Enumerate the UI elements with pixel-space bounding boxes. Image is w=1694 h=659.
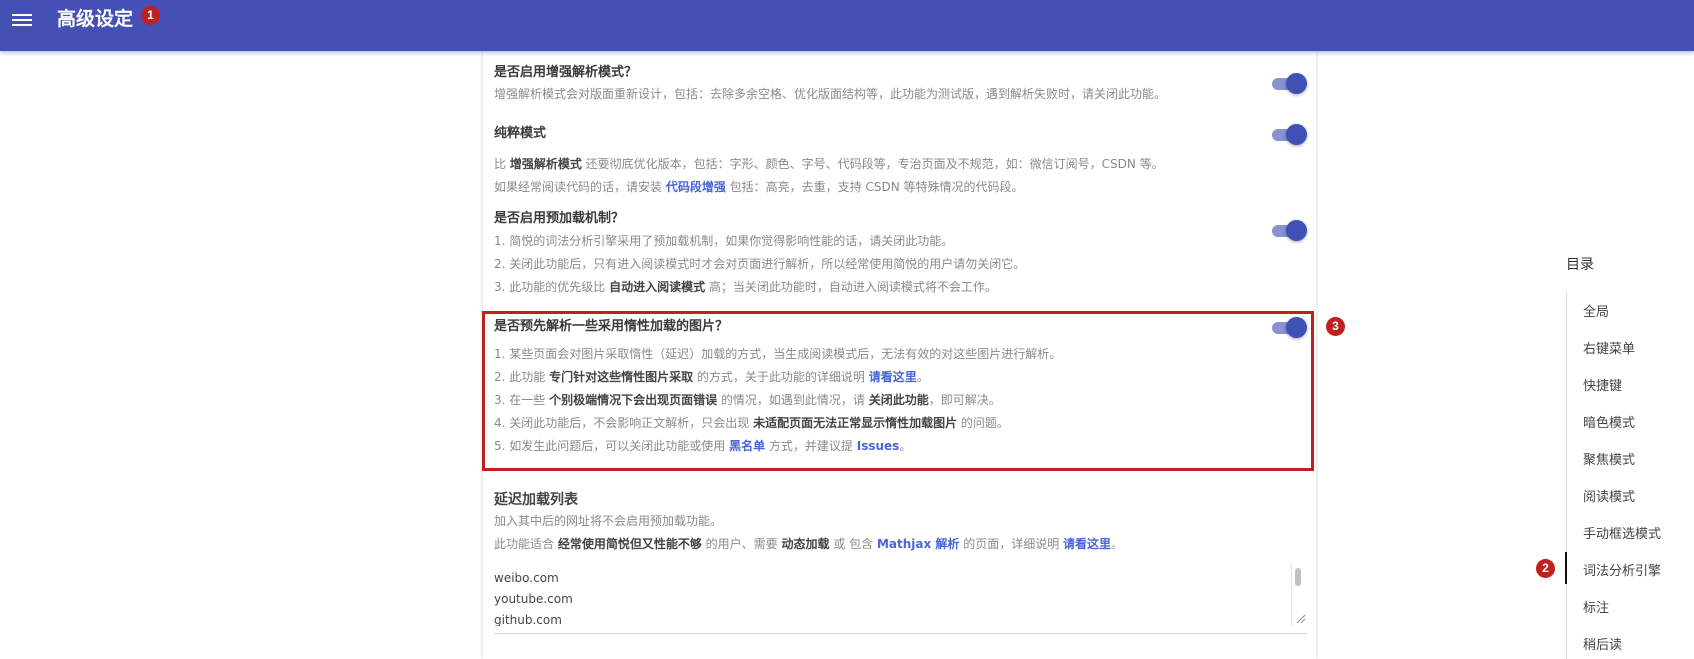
inline-link[interactable]: 请看这里 bbox=[1063, 537, 1111, 551]
toggle-preload[interactable] bbox=[1272, 219, 1307, 241]
text-segment: 或 包含 bbox=[829, 537, 877, 551]
text-segment: 加入其中后的网址将不会启用预加载功能。 bbox=[494, 514, 723, 528]
inline-link[interactable]: 请看这里 bbox=[869, 370, 917, 384]
emphasis-text: 自动进入阅读模式 bbox=[609, 280, 706, 294]
textarea-line: github.com bbox=[494, 613, 562, 626]
description-line: 此功能适合 经常使用简悦但又性能不够 的用户、需要 动态加载 或 包含 Math… bbox=[494, 533, 1254, 556]
description-line: 4. 关闭此功能后，不会影响正文解析，只会出现 未适配页面无法正常显示惰性加载图… bbox=[494, 412, 1254, 435]
setting-description: 1. 简悦的词法分析引擎采用了预加载机制，如果你觉得影响性能的话，请关闭此功能。… bbox=[494, 230, 1254, 299]
toc-item-global[interactable]: 全局 bbox=[1583, 301, 1609, 320]
text-segment: 4. 关闭此功能后，不会影响正文解析，只会出现 bbox=[494, 416, 754, 430]
setting-title: 是否预先解析一些采用惰性加载的图片？ bbox=[494, 319, 729, 334]
description-line: 1. 简悦的词法分析引擎采用了预加载机制，如果你觉得影响性能的话，请关闭此功能。 bbox=[494, 230, 1254, 253]
toc-item-shortcuts[interactable]: 快捷键 bbox=[1583, 375, 1622, 394]
annotation-badge-3: 3 bbox=[1326, 317, 1345, 336]
setting-title: 纯粹模式 bbox=[494, 126, 547, 141]
toc-item-context-menu[interactable]: 右键菜单 bbox=[1583, 338, 1635, 357]
emphasis-text: 增强解析模式 bbox=[509, 157, 582, 171]
text-segment: 还要彻底优化版本，包括：字形、颜色、字号、代码段等，专治页面及不规范，如：微信订… bbox=[581, 157, 1164, 171]
textarea-line: youtube.com bbox=[494, 592, 573, 606]
emphasis-text: 关闭此功能 bbox=[868, 393, 929, 407]
delay-list-title: 延迟加载列表 bbox=[494, 492, 578, 508]
toc-item-annotation[interactable]: 标注 bbox=[1583, 597, 1609, 616]
text-segment: 高；当关闭此功能时，自动进入阅读模式将不会工作。 bbox=[705, 280, 997, 294]
text-segment: 的用户、需要 bbox=[701, 537, 782, 551]
setting-delay-list: 延迟加载列表 加入其中后的网址将不会启用预加载功能。 此功能适合 经常使用简悦但又… bbox=[494, 489, 1254, 556]
textarea-line: weibo.com bbox=[494, 571, 559, 585]
toc-title: 目录 bbox=[1566, 257, 1594, 273]
inline-link[interactable]: Issues bbox=[857, 439, 900, 453]
text-segment: 5. 如发生此问题后，可以关闭此功能或使用 bbox=[494, 439, 730, 453]
text-segment: 3. 此功能的优先级比 bbox=[494, 280, 610, 294]
annotation-badge-1: 1 bbox=[141, 6, 160, 25]
emphasis-text: 专门针对这些惰性图片采取 bbox=[549, 370, 694, 384]
emphasis-text: 经常使用简悦但又性能不够 bbox=[557, 537, 702, 551]
delay-list-textarea[interactable]: weibo.com youtube.com github.com bbox=[494, 564, 1307, 626]
setting-enhanced-parse: 是否启用增强解析模式？ 增强解析模式会对版面重新设计，包括：去除多余空格、优化版… bbox=[494, 64, 1254, 106]
toc-item-focus-mode[interactable]: 聚焦模式 bbox=[1583, 449, 1635, 468]
text-segment: 。 bbox=[916, 370, 929, 384]
toc-item-read-later[interactable]: 稍后读 bbox=[1583, 634, 1622, 653]
setting-title: 是否启用预加载机制？ bbox=[494, 211, 625, 226]
text-segment: 1. 某些页面会对图片采取惰性（延迟）加载的方式，当生成阅读模式后，无法有效的对… bbox=[494, 347, 1062, 361]
description-line: 1. 某些页面会对图片采取惰性（延迟）加载的方式，当生成阅读模式后，无法有效的对… bbox=[494, 343, 1254, 366]
setting-description: 比 增强解析模式 还要彻底优化版本，包括：字形、颜色、字号、代码段等，专治页面及… bbox=[494, 153, 1254, 199]
toc-item-dark-mode[interactable]: 暗色模式 bbox=[1583, 412, 1635, 431]
text-segment: 。 bbox=[899, 439, 912, 453]
delay-list-description: 加入其中后的网址将不会启用预加载功能。 此功能适合 经常使用简悦但又性能不够 的用… bbox=[494, 510, 1254, 556]
text-segment: 如果经常阅读代码的话，请安装 bbox=[494, 180, 666, 194]
toc-rail bbox=[1566, 291, 1567, 659]
description-line: 5. 如发生此问题后，可以关闭此功能或使用 黑名单 方式，并建议提 Issues… bbox=[494, 435, 1254, 458]
inline-link[interactable]: 代码段增强 bbox=[666, 180, 726, 194]
toc-item-lexer-engine[interactable]: 词法分析引擎 bbox=[1583, 560, 1661, 579]
text-segment: 1. 简悦的词法分析引擎采用了预加载机制，如果你觉得影响性能的话，请关闭此功能。 bbox=[494, 234, 954, 248]
textarea-underline bbox=[494, 633, 1307, 634]
toggle-lazy-images[interactable] bbox=[1272, 316, 1307, 338]
description-line: 如果经常阅读代码的话，请安装 代码段增强 包括：高亮，去重，支持 CSDN 等特… bbox=[494, 176, 1254, 199]
description-line: 2. 关闭此功能后，只有进入阅读模式时才会对页面进行解析，所以经常使用简悦的用户… bbox=[494, 253, 1254, 276]
text-segment: 3. 在一些 bbox=[494, 393, 550, 407]
toc-item-manual-select[interactable]: 手动框选模式 bbox=[1583, 523, 1661, 542]
description-line: 3. 此功能的优先级比 自动进入阅读模式 高；当关闭此功能时，自动进入阅读模式将… bbox=[494, 276, 1254, 299]
emphasis-text: 动态加载 bbox=[781, 537, 830, 551]
text-segment: 包括：高亮，去重，支持 CSDN 等特殊情况的代码段。 bbox=[725, 180, 1024, 194]
text-segment: 比 bbox=[494, 157, 510, 171]
toc-active-indicator bbox=[1565, 552, 1567, 584]
menu-icon[interactable] bbox=[9, 9, 35, 31]
setting-description: 增强解析模式会对版面重新设计，包括：去除多余空格、优化版面结构等，此功能为测试版… bbox=[494, 83, 1254, 106]
toggle-pure-mode[interactable] bbox=[1272, 123, 1307, 145]
text-segment: 的情况，如遇到此情况，请 bbox=[717, 393, 869, 407]
description-line: 比 增强解析模式 还要彻底优化版本，包括：字形、颜色、字号、代码段等，专治页面及… bbox=[494, 153, 1254, 176]
description-line: 增强解析模式会对版面重新设计，包括：去除多余空格、优化版面结构等，此功能为测试版… bbox=[494, 83, 1254, 106]
text-segment: 的方式，关于此功能的详细说明 bbox=[693, 370, 869, 384]
setting-description: 1. 某些页面会对图片采取惰性（延迟）加载的方式，当生成阅读模式后，无法有效的对… bbox=[494, 343, 1254, 458]
page-title: 高级设定 bbox=[57, 8, 134, 30]
annotation-badge-2: 2 bbox=[1536, 559, 1555, 578]
emphasis-text: 个别极端情况下会出现页面错误 bbox=[549, 393, 718, 407]
toggle-enhanced-parse[interactable] bbox=[1272, 72, 1307, 94]
description-line: 3. 在一些 个别极端情况下会出现页面错误 的情况，如遇到此情况，请 关闭此功能… bbox=[494, 389, 1254, 412]
text-segment: 。 bbox=[1111, 537, 1124, 551]
text-segment: 方式，并建议提 bbox=[765, 439, 857, 453]
text-segment: 2. 关闭此功能后，只有进入阅读模式时才会对页面进行解析，所以经常使用简悦的用户… bbox=[494, 257, 1026, 271]
setting-title: 是否启用增强解析模式？ bbox=[494, 65, 638, 80]
setting-pure-mode: 纯粹模式 比 增强解析模式 还要彻底优化版本，包括：字形、颜色、字号、代码段等，… bbox=[494, 125, 1254, 199]
emphasis-text: 未适配页面无法正常显示惰性加载图片 bbox=[753, 416, 958, 430]
toc-item-read-mode[interactable]: 阅读模式 bbox=[1583, 486, 1635, 505]
setting-preload: 是否启用预加载机制？ 1. 简悦的词法分析引擎采用了预加载机制，如果你觉得影响性… bbox=[494, 210, 1254, 299]
scrollbar-thumb[interactable] bbox=[1295, 568, 1301, 586]
app-header: 高级设定 bbox=[0, 0, 1694, 51]
text-segment: 的问题。 bbox=[957, 416, 1009, 430]
text-segment: 2. 此功能 bbox=[494, 370, 550, 384]
text-segment: 的页面，详细说明 bbox=[959, 537, 1064, 551]
description-line: 加入其中后的网址将不会启用预加载功能。 bbox=[494, 510, 1254, 533]
setting-lazy-images: 是否预先解析一些采用惰性加载的图片？ 1. 某些页面会对图片采取惰性（延迟）加载… bbox=[494, 318, 1254, 458]
resize-handle-icon[interactable] bbox=[1296, 614, 1306, 624]
inline-link[interactable]: 黑名单 bbox=[729, 439, 765, 453]
text-segment: 增强解析模式会对版面重新设计，包括：去除多余空格、优化版面结构等，此功能为测试版… bbox=[494, 87, 1167, 101]
text-segment: ，即可解决。 bbox=[928, 393, 1001, 407]
description-line: 2. 此功能 专门针对这些惰性图片采取 的方式，关于此功能的详细说明 请看这里。 bbox=[494, 366, 1254, 389]
text-segment: 此功能适合 bbox=[494, 537, 558, 551]
inline-link[interactable]: Mathjax 解析 bbox=[877, 537, 959, 551]
